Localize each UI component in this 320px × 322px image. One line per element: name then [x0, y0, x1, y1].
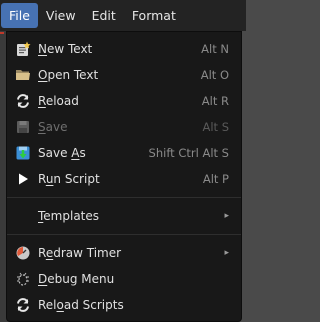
menu-item-templates[interactable]: Templates ▸	[7, 203, 241, 229]
open-text-label: pen Text	[47, 68, 99, 82]
reload-mnemonic: R	[38, 94, 46, 108]
save-as-label-start: Save	[38, 146, 72, 160]
debug-menu-mnemonic: D	[38, 272, 48, 286]
save-icon	[15, 119, 31, 135]
menu-item-run-script[interactable]: Run Script Alt P	[7, 166, 241, 192]
reload-scripts-label-start: Rel	[38, 298, 57, 312]
run-script-label-end: n Script	[53, 172, 100, 186]
new-text-icon	[15, 41, 31, 57]
templates-label: emplates	[43, 209, 100, 223]
save-as-shortcut: Shift Ctrl Alt S	[148, 146, 229, 160]
debug-menu-label: ebug Menu	[47, 272, 115, 286]
play-icon	[15, 171, 31, 187]
menu-divider	[7, 234, 241, 235]
menu-view[interactable]: View	[38, 3, 84, 28]
save-as-mnemonic: A	[71, 146, 80, 160]
submenu-arrow-icon: ▸	[224, 248, 229, 258]
menu-bar: File View Edit Format	[0, 0, 246, 31]
save-mnemonic: S	[38, 120, 46, 134]
save-as-icon	[15, 145, 31, 161]
menu-item-save[interactable]: Save Alt S	[7, 114, 241, 140]
run-script-label-start: R	[38, 172, 46, 186]
reload-shortcut: Alt R	[201, 94, 229, 108]
menu-item-reload[interactable]: Reload Alt R	[7, 88, 241, 114]
menu-file[interactable]: File	[1, 3, 38, 28]
timer-icon	[15, 245, 31, 261]
reload-icon	[15, 93, 31, 109]
submenu-arrow-icon: ▸	[224, 211, 229, 221]
reload-label: eload	[45, 94, 79, 108]
new-text-mnemonic: N	[38, 42, 47, 56]
menu-item-new-text[interactable]: New Text Alt N	[7, 36, 241, 62]
menu-item-reload-scripts[interactable]: Reload Scripts	[7, 292, 241, 318]
debug-icon	[15, 271, 31, 287]
menu-item-redraw-timer[interactable]: Redraw Timer ▸	[7, 240, 241, 266]
new-text-shortcut: Alt N	[201, 42, 229, 56]
menu-item-debug-menu[interactable]: Debug Menu	[7, 266, 241, 292]
redraw-timer-label-start: R	[38, 246, 46, 260]
redraw-timer-label-end: draw Timer	[53, 246, 122, 260]
open-text-shortcut: Alt O	[200, 68, 229, 82]
menu-edit[interactable]: Edit	[84, 3, 124, 28]
reload-icon	[15, 297, 31, 313]
save-as-label-end: s	[79, 146, 86, 160]
menu-item-save-as[interactable]: Save As Shift Ctrl Alt S	[7, 140, 241, 166]
run-script-shortcut: Alt P	[202, 172, 229, 186]
save-label: ave	[45, 120, 68, 134]
reload-scripts-label-end: ad Scripts	[63, 298, 124, 312]
menu-divider	[7, 197, 241, 198]
folder-icon	[15, 67, 31, 83]
menu-format[interactable]: Format	[124, 3, 184, 28]
reload-scripts-mnemonic: o	[56, 298, 64, 312]
menu-item-open-text[interactable]: Open Text Alt O	[7, 62, 241, 88]
editor-indicator	[0, 32, 4, 34]
save-shortcut: Alt S	[202, 120, 229, 134]
new-text-label: ew Text	[46, 42, 93, 56]
file-dropdown-menu: New Text Alt N Open Text Alt O Reload Al…	[6, 31, 242, 322]
